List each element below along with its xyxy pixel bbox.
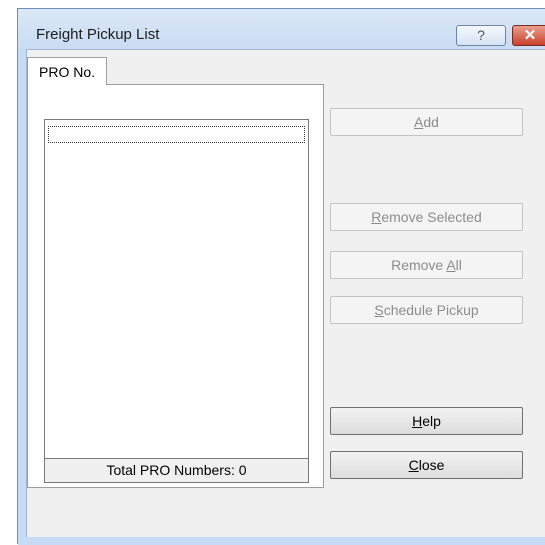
- help-button-label: Help: [412, 413, 441, 429]
- help-button[interactable]: Help: [330, 407, 523, 435]
- remove-selected-button[interactable]: Remove Selected: [330, 203, 523, 231]
- pro-number-listbox[interactable]: [44, 119, 309, 483]
- close-button-label: Close: [408, 457, 445, 473]
- schedule-pickup-button[interactable]: Schedule Pickup: [330, 296, 523, 324]
- title-bar[interactable]: Freight Pickup List ? ✕: [18, 9, 545, 49]
- add-button-label: Add: [414, 114, 439, 130]
- add-button[interactable]: Add: [330, 108, 523, 136]
- total-pro-numbers-field: Total PRO Numbers: 0: [44, 458, 309, 483]
- list-focus-rectangle: [48, 126, 305, 143]
- window-title: Freight Pickup List: [36, 26, 160, 43]
- titlebar-close-button[interactable]: ✕: [512, 25, 545, 46]
- tab-pro-no[interactable]: PRO No.: [27, 57, 107, 85]
- close-button[interactable]: Close: [330, 451, 523, 479]
- question-mark-icon: ?: [477, 27, 485, 43]
- remove-selected-button-label: Remove Selected: [371, 209, 482, 225]
- remove-all-button-label: Remove All: [391, 257, 462, 273]
- close-x-icon: ✕: [523, 27, 537, 44]
- titlebar-help-button[interactable]: ?: [456, 25, 506, 46]
- schedule-pickup-button-label: Schedule Pickup: [374, 302, 479, 318]
- remove-all-button[interactable]: Remove All: [330, 251, 523, 279]
